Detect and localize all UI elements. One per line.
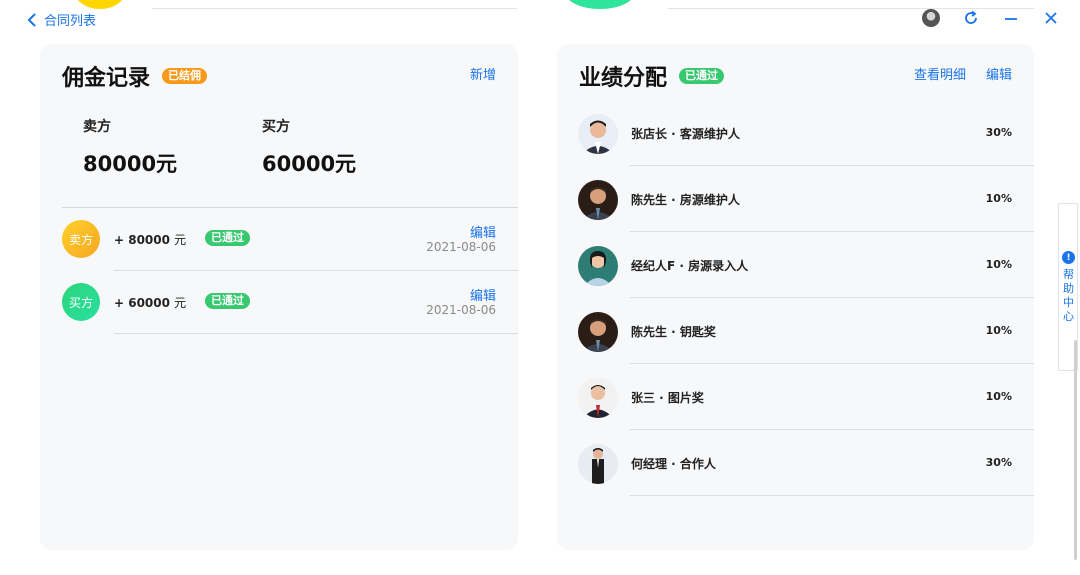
seller-amount: 80000元 — [83, 152, 178, 176]
commission-record-row: 买方 + 60000 元 已通过 编辑 2021-08-06 — [40, 271, 518, 334]
row-divider — [630, 495, 1034, 496]
allocation-row: 何经理 · 合作人 30% — [557, 430, 1034, 496]
decorative-yellow-circle — [75, 0, 125, 9]
avatar-icon — [922, 9, 940, 27]
person-name-role: 经纪人F · 房源录入人 — [631, 259, 749, 273]
commission-title: 佣金记录 — [62, 66, 151, 91]
close-icon — [1045, 12, 1057, 24]
performance-title: 业绩分配 — [579, 66, 668, 91]
allocation-row: 张店长 · 客源维护人 30% — [557, 100, 1034, 166]
minimize-button[interactable] — [1002, 9, 1020, 27]
person-avatar — [578, 444, 618, 484]
person-photo-icon — [578, 312, 618, 352]
person-photo-icon — [578, 180, 618, 220]
allocation-row: 陈先生 · 房源维护人 10% — [557, 166, 1034, 232]
commission-header: 佣金记录 已结佣 — [62, 60, 208, 92]
performance-header: 业绩分配 已通过 — [579, 60, 725, 92]
edit-record-button[interactable]: 编辑 — [470, 222, 496, 241]
top-bar: 合同列表 — [0, 0, 1080, 40]
person-percentage: 10% — [985, 258, 1012, 271]
person-percentage: 30% — [985, 456, 1012, 469]
refresh-button[interactable] — [962, 9, 980, 27]
record-date: 2021-08-06 — [426, 303, 496, 317]
person-avatar — [578, 378, 618, 418]
back-label: 合同列表 — [44, 14, 97, 29]
record-status-badge: 已通过 — [205, 230, 250, 246]
person-name-role: 张三 · 图片奖 — [631, 391, 704, 405]
info-icon: ! — [1062, 251, 1075, 264]
user-avatar-button[interactable] — [922, 9, 940, 27]
view-details-button[interactable]: 查看明细 — [914, 64, 966, 83]
performance-card: 业绩分配 已通过 查看明细 编辑 张店长 · 客源维护人 30% 陈先生 · 房… — [557, 44, 1034, 550]
edit-allocation-button[interactable]: 编辑 — [986, 64, 1012, 83]
person-avatar — [578, 114, 618, 154]
row-divider — [114, 333, 518, 334]
person-avatar — [578, 246, 618, 286]
person-percentage: 10% — [985, 324, 1012, 337]
person-percentage: 10% — [985, 192, 1012, 205]
add-commission-button[interactable]: 新增 — [470, 64, 496, 83]
help-center-label: 帮助中心 — [1063, 268, 1074, 323]
allocation-row: 陈先生 · 钥匙奖 10% — [557, 298, 1034, 364]
close-button[interactable] — [1042, 9, 1060, 27]
top-divider-left — [152, 8, 517, 9]
person-photo-icon — [578, 444, 618, 484]
person-name-role: 陈先生 · 房源维护人 — [631, 193, 740, 207]
commission-record-row: 卖方 + 80000 元 已通过 编辑 2021-08-06 — [40, 208, 518, 271]
seller-role-avatar: 卖方 — [62, 220, 100, 258]
back-to-contract-list-link[interactable]: 合同列表 — [26, 10, 96, 29]
person-photo-icon — [578, 378, 618, 418]
record-status-badge: 已通过 — [205, 293, 250, 309]
buyer-summary: 买方 60000元 — [262, 116, 356, 178]
performance-status-badge: 已通过 — [679, 68, 725, 84]
decorative-green-circle — [565, 0, 635, 9]
person-photo-icon — [578, 114, 618, 154]
refresh-icon — [965, 10, 977, 24]
seller-label: 卖方 — [83, 119, 111, 135]
allocation-row: 经纪人F · 房源录入人 10% — [557, 232, 1034, 298]
person-photo-icon — [578, 246, 618, 286]
minimize-icon — [1005, 18, 1017, 20]
window-controls — [922, 9, 1060, 27]
seller-summary: 卖方 80000元 — [83, 116, 177, 178]
edit-record-button[interactable]: 编辑 — [470, 285, 496, 304]
record-amount: + 80000 元 — [114, 233, 187, 247]
commission-status-badge: 已结佣 — [162, 68, 208, 84]
person-percentage: 30% — [985, 126, 1012, 139]
person-avatar — [578, 312, 618, 352]
allocation-row: 张三 · 图片奖 10% — [557, 364, 1034, 430]
person-name-role: 陈先生 · 钥匙奖 — [631, 325, 716, 339]
person-percentage: 10% — [985, 390, 1012, 403]
commission-card: 佣金记录 已结佣 新增 卖方 80000元 买方 60000元 卖方 + 800… — [40, 44, 518, 550]
chevron-left-icon — [27, 12, 36, 27]
scrollbar[interactable] — [1074, 340, 1077, 560]
record-amount: + 60000 元 — [114, 296, 187, 310]
performance-actions: 查看明细 编辑 — [914, 64, 1012, 83]
person-avatar — [578, 180, 618, 220]
buyer-label: 买方 — [262, 119, 290, 135]
buyer-amount: 60000元 — [262, 152, 357, 176]
record-date: 2021-08-06 — [426, 240, 496, 254]
person-name-role: 何经理 · 合作人 — [631, 457, 716, 471]
person-name-role: 张店长 · 客源维护人 — [631, 127, 740, 141]
buyer-role-avatar: 买方 — [62, 283, 100, 321]
